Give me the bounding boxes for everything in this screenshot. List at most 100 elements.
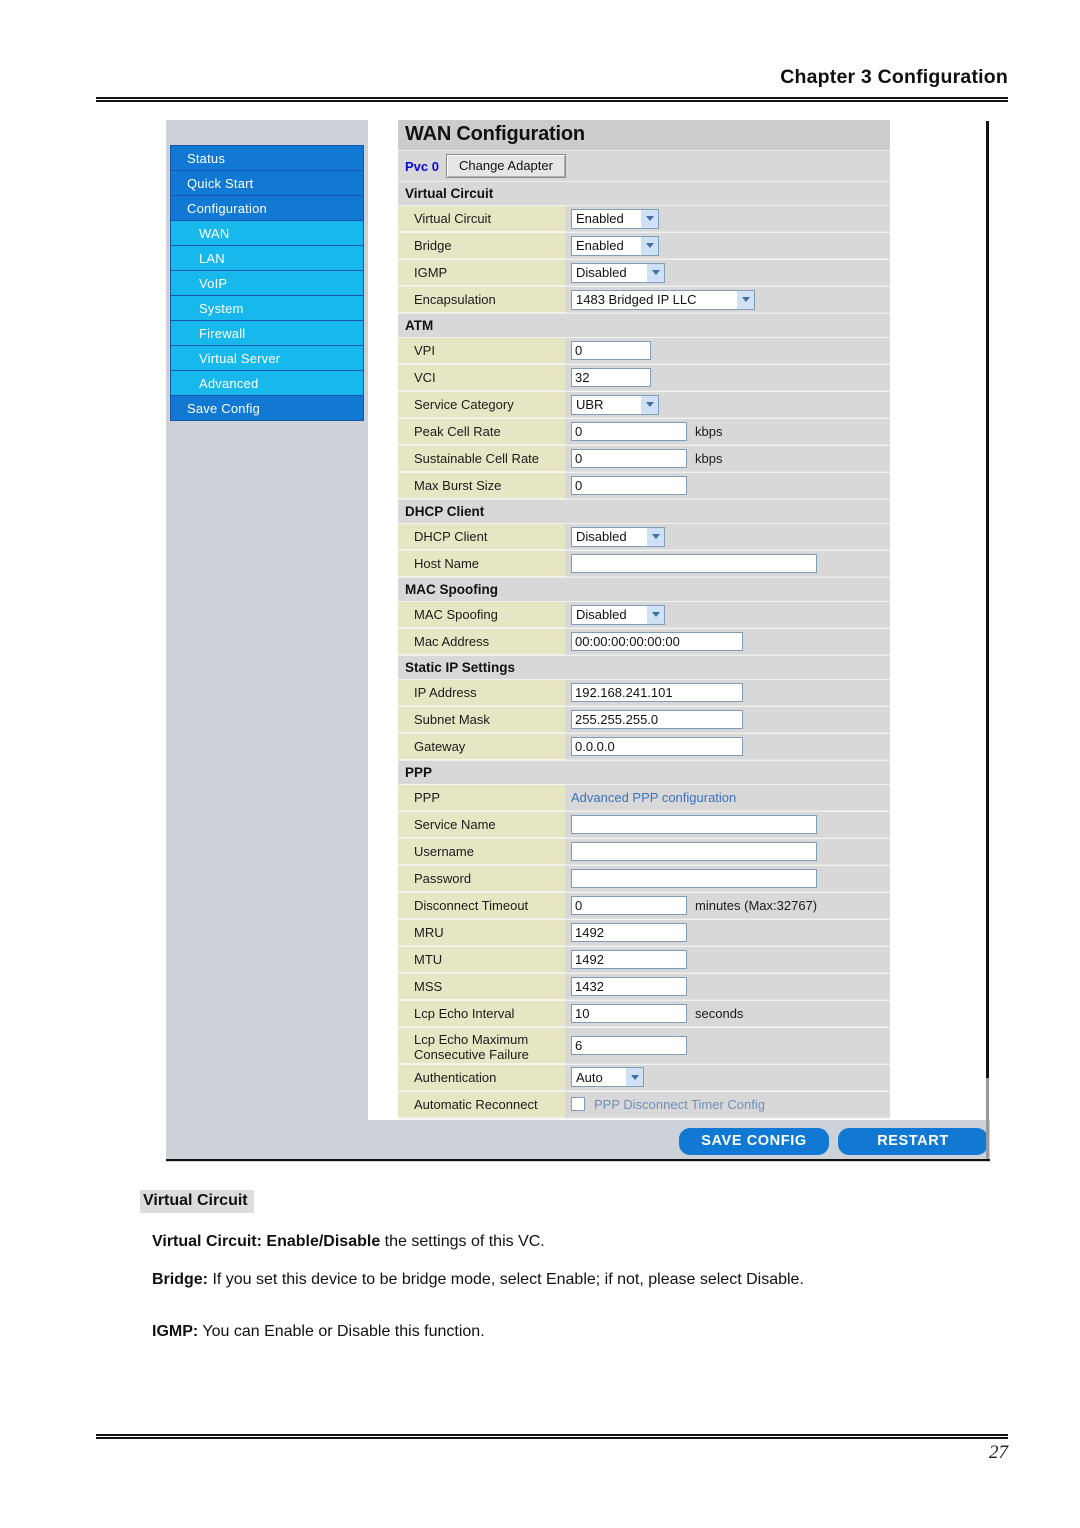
select-value: Disabled <box>576 607 627 622</box>
field-row-username: Username <box>398 838 890 865</box>
username-input[interactable] <box>571 842 817 861</box>
field-label: VCI <box>398 365 565 391</box>
field-label: Peak Cell Rate <box>398 419 565 445</box>
paragraph-body: the settings of this VC. <box>380 1233 545 1250</box>
chevron-down-icon[interactable] <box>646 263 664 282</box>
vci-input[interactable]: 32 <box>571 368 651 387</box>
sidebar-item-firewall[interactable]: Firewall <box>171 321 363 346</box>
sidebar-item-voip[interactable]: VoIP <box>171 271 363 296</box>
chevron-down-icon[interactable] <box>640 209 658 228</box>
field-value: 0 <box>565 473 890 499</box>
authentication-select[interactable]: Auto <box>571 1067 644 1088</box>
save-config-button[interactable]: SAVE CONFIG <box>679 1127 829 1155</box>
chevron-down-icon[interactable] <box>640 236 658 255</box>
field-label: Service Category <box>398 392 565 418</box>
chevron-down-icon[interactable] <box>625 1068 643 1087</box>
password-input[interactable] <box>571 869 817 888</box>
field-row-max-burst-size: Max Burst Size 0 <box>398 472 890 499</box>
service-category-select[interactable]: UBR <box>571 394 659 415</box>
sidebar-item-label: Quick Start <box>187 176 254 191</box>
field-row-subnet-mask: Subnet Mask 255.255.255.0 <box>398 706 890 733</box>
chevron-down-icon[interactable] <box>646 605 664 624</box>
field-row-sustainable-cell-rate: Sustainable Cell Rate 0 kbps <box>398 445 890 472</box>
field-label-line2: Consecutive Failure <box>414 1047 529 1063</box>
field-label-line1: Lcp Echo Maximum <box>414 1032 529 1047</box>
encapsulation-select[interactable]: 1483 Bridged IP LLC <box>571 289 755 310</box>
page-number: 27 <box>989 1442 1008 1463</box>
screenshot-bottom-border <box>166 1159 990 1161</box>
sidebar: Status Quick Start Configuration WAN LAN… <box>166 120 368 1161</box>
gateway-input[interactable]: 0.0.0.0 <box>571 737 743 756</box>
field-row-mac-address: Mac Address 00:00:00:00:00:00 <box>398 628 890 655</box>
field-value: Advanced PPP configuration <box>565 785 890 811</box>
service-name-input[interactable] <box>571 815 817 834</box>
bridge-select[interactable]: Enabled <box>571 235 659 256</box>
chevron-down-icon[interactable] <box>646 527 664 546</box>
mac-address-input[interactable]: 00:00:00:00:00:00 <box>571 632 743 651</box>
field-label: Mac Address <box>398 629 565 655</box>
sidebar-item-wan[interactable]: WAN <box>171 221 363 246</box>
sidebar-item-system[interactable]: System <box>171 296 363 321</box>
mru-input[interactable]: 1492 <box>571 923 687 942</box>
field-label: Lcp Echo Maximum Consecutive Failure <box>398 1028 565 1064</box>
field-row-disconnect-timeout: Disconnect Timeout 0 minutes (Max:32767) <box>398 892 890 919</box>
field-row-automatic-reconnect: Automatic Reconnect PPP Disconnect Timer… <box>398 1090 890 1118</box>
disconnect-timeout-input[interactable]: 0 <box>571 896 687 915</box>
chevron-down-icon[interactable] <box>640 395 658 414</box>
sidebar-menu: Status Quick Start Configuration WAN LAN… <box>170 145 364 421</box>
vpi-input[interactable]: 0 <box>571 341 651 360</box>
advanced-ppp-configuration-link[interactable]: Advanced PPP configuration <box>571 790 736 805</box>
subnet-mask-input[interactable]: 255.255.255.0 <box>571 710 743 729</box>
field-value: Disabled <box>565 260 890 286</box>
mss-input[interactable]: 1432 <box>571 977 687 996</box>
restart-button[interactable]: RESTART <box>838 1127 988 1155</box>
field-row-mtu: MTU 1492 <box>398 946 890 973</box>
dhcp-client-select[interactable]: Disabled <box>571 526 665 547</box>
field-label: Disconnect Timeout <box>398 893 565 919</box>
sidebar-item-save-config[interactable]: Save Config <box>171 396 363 421</box>
sidebar-item-configuration[interactable]: Configuration <box>171 196 363 221</box>
field-value: Enabled <box>565 233 890 259</box>
ip-address-input[interactable]: 192.168.241.101 <box>571 683 743 702</box>
automatic-reconnect-checkbox[interactable] <box>571 1097 585 1112</box>
field-value: 6 <box>565 1028 890 1064</box>
field-value: 0 minutes (Max:32767) <box>565 893 890 919</box>
sidebar-item-status[interactable]: Status <box>171 146 363 171</box>
sidebar-item-label: VoIP <box>199 276 228 291</box>
mtu-input[interactable]: 1492 <box>571 950 687 969</box>
ppp-disconnect-timer-config-link[interactable]: PPP Disconnect Timer Config <box>594 1097 765 1112</box>
igmp-select[interactable]: Disabled <box>571 262 665 283</box>
lcp-echo-interval-input[interactable]: 10 <box>571 1004 687 1023</box>
chevron-down-icon[interactable] <box>736 290 754 309</box>
field-label: MAC Spoofing <box>398 602 565 628</box>
sustainable-cell-rate-input[interactable]: 0 <box>571 449 687 468</box>
field-value: 00:00:00:00:00:00 <box>565 629 890 655</box>
peak-cell-rate-input[interactable]: 0 <box>571 422 687 441</box>
change-adapter-button[interactable]: Change Adapter <box>445 154 566 178</box>
sidebar-item-advanced[interactable]: Advanced <box>171 371 363 396</box>
sidebar-item-label: Status <box>187 151 226 166</box>
sidebar-item-quick-start[interactable]: Quick Start <box>171 171 363 196</box>
section-heading-atm: ATM <box>398 313 890 337</box>
select-value: Disabled <box>576 265 627 280</box>
field-label: Lcp Echo Interval <box>398 1001 565 1027</box>
sidebar-item-lan[interactable]: LAN <box>171 246 363 271</box>
host-name-input[interactable] <box>571 554 817 573</box>
field-value <box>565 839 890 865</box>
sidebar-item-virtual-server[interactable]: Virtual Server <box>171 346 363 371</box>
field-row-vci: VCI 32 <box>398 364 890 391</box>
field-value: 1492 <box>565 920 890 946</box>
max-burst-size-input[interactable]: 0 <box>571 476 687 495</box>
field-unit: seconds <box>695 1006 744 1021</box>
sidebar-item-label: WAN <box>199 226 230 241</box>
page-title: WAN Configuration <box>398 120 890 150</box>
select-value: UBR <box>576 397 604 412</box>
field-value: 1492 <box>565 947 890 973</box>
mac-spoofing-select[interactable]: Disabled <box>571 604 665 625</box>
virtual-circuit-select[interactable]: Enabled <box>571 208 659 229</box>
paragraph-igmp: IGMP: You can Enable or Disable this fun… <box>152 1322 988 1342</box>
lcp-echo-max-failure-input[interactable]: 6 <box>571 1035 687 1055</box>
sidebar-item-label: Save Config <box>187 401 261 416</box>
field-value: 0 kbps <box>565 446 890 472</box>
field-row-gateway: Gateway 0.0.0.0 <box>398 733 890 760</box>
